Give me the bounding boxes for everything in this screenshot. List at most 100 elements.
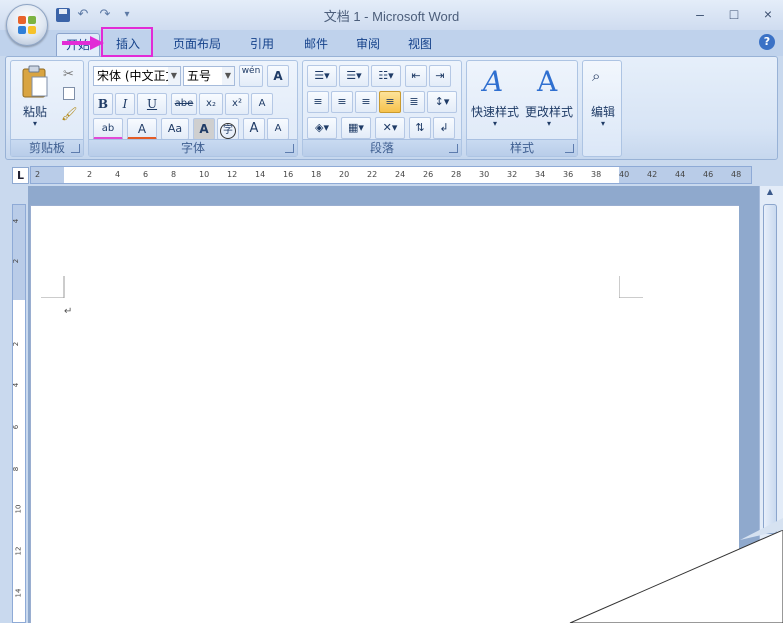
ruler-tick-label: 48: [731, 170, 742, 179]
ruler-tick-label: 42: [647, 170, 658, 179]
ruler-tick-label: 26: [423, 170, 434, 179]
grow-font-button[interactable]: A: [243, 118, 265, 140]
underline-button[interactable]: U: [137, 93, 167, 115]
sort-button[interactable]: ⇅: [409, 117, 431, 139]
superscript-button[interactable]: x²: [225, 93, 249, 115]
tab-selector-button[interactable]: L: [12, 167, 29, 184]
phonetic-guide-button[interactable]: wén: [239, 65, 263, 87]
paragraph-launcher-icon[interactable]: [449, 144, 458, 153]
document-page[interactable]: [30, 205, 739, 623]
chevron-down-icon[interactable]: ▾: [469, 119, 521, 128]
vertical-ruler[interactable]: 4 2 2 4 6 8 10 12 14: [12, 204, 26, 623]
chevron-down-icon[interactable]: ▼: [168, 67, 180, 85]
ruler-tick-label: 20: [339, 170, 350, 179]
format-painter-icon[interactable]: 🖌: [61, 107, 78, 122]
align-left-button[interactable]: ≡: [307, 91, 329, 113]
change-styles-icon[interactable]: A: [537, 65, 557, 98]
strikethrough-button[interactable]: abe: [171, 93, 197, 115]
tab-page-layout[interactable]: 页面布局: [165, 33, 229, 56]
italic-button[interactable]: I: [115, 93, 135, 115]
copy-icon[interactable]: [63, 87, 75, 100]
font-launcher-icon[interactable]: [285, 144, 294, 153]
clear-formatting-button[interactable]: A: [251, 93, 273, 115]
change-styles-button[interactable]: 更改样式: [523, 103, 575, 120]
tab-references[interactable]: 引用: [240, 33, 284, 56]
close-button[interactable]: ×: [761, 6, 775, 22]
bullets-button[interactable]: ☰▾: [307, 65, 337, 87]
vertical-scrollbar[interactable]: ▲: [759, 186, 783, 623]
ruler-tick-label: 2: [12, 258, 21, 264]
title-bar: ↶ ↷ ▾ 文档 1 - Microsoft Word – □ ×: [0, 0, 783, 30]
increase-indent-button[interactable]: ⇥: [429, 65, 451, 87]
enclose-characters-label: 字: [220, 123, 236, 139]
font-size-combo[interactable]: 五号 ▼: [183, 66, 235, 86]
ruler-tick-label: 10: [14, 504, 23, 514]
styles-launcher-icon[interactable]: [565, 144, 574, 153]
shading-button[interactable]: ◈▾: [307, 117, 337, 139]
multilevel-list-button[interactable]: ☷▾: [371, 65, 401, 87]
font-color-button[interactable]: A: [127, 118, 157, 140]
font-group-label: 字体: [89, 139, 297, 156]
change-case-button[interactable]: Aa: [161, 118, 189, 140]
editing-button[interactable]: 编辑: [583, 103, 623, 120]
window-title: 文档 1 - Microsoft Word: [323, 9, 460, 24]
line-spacing-button[interactable]: ↕▾: [427, 91, 457, 113]
tab-view[interactable]: 视图: [398, 33, 442, 56]
paste-button[interactable]: 粘贴: [17, 103, 53, 120]
paste-icon[interactable]: [21, 65, 49, 99]
paragraph-group-label: 段落: [303, 139, 461, 156]
enclose-characters-button[interactable]: 字: [217, 118, 239, 140]
chinese-layout-button[interactable]: ✕▾: [375, 117, 405, 139]
ruler-tick-label: 2: [35, 170, 41, 179]
text-highlight-button[interactable]: ab: [93, 118, 123, 140]
help-icon[interactable]: ?: [759, 34, 775, 50]
chevron-down-icon[interactable]: ▼: [222, 67, 234, 85]
horizontal-ruler[interactable]: 2 2 4 6 8 10 12 14 16 18 20 22 24 26 28 30 32 34 36 38 40 42 4…: [30, 166, 752, 184]
ruler-tick-label: 6: [12, 424, 21, 430]
decrease-indent-button[interactable]: ⇤: [405, 65, 427, 87]
styles-group: A A 快速样式 更改样式 ▾ ▾ 样式: [466, 60, 578, 157]
paragraph-group: ☰▾ ☰▾ ☷▾ ⇤ ⇥ ≡ ≡ ≡ ≡ ≣ ↕▾ ◈▾ ▦▾ ✕▾ ⇅ ↲ 段…: [302, 60, 462, 157]
bold-button[interactable]: B: [93, 93, 113, 115]
ribbon: 粘贴 ▾ ✂ 🖌 剪贴板 宋体 (中文正文) ▼ 五号 ▼ wén A B I U …: [5, 56, 778, 160]
chevron-down-icon[interactable]: ▾: [523, 119, 575, 128]
distributed-button[interactable]: ≣: [403, 91, 425, 113]
chevron-down-icon[interactable]: ▾: [583, 119, 623, 128]
justify-button[interactable]: ≡: [379, 91, 401, 113]
ruler-tick-label: 8: [12, 466, 21, 472]
align-center-button[interactable]: ≡: [331, 91, 353, 113]
tab-review[interactable]: 审阅: [346, 33, 390, 56]
maximize-button[interactable]: □: [727, 6, 741, 22]
ruler-tick-label: 36: [563, 170, 574, 179]
ruler-tick-label: 28: [451, 170, 462, 179]
subscript-button[interactable]: x₂: [199, 93, 223, 115]
scroll-up-icon[interactable]: ▲: [762, 187, 778, 201]
quick-styles-icon[interactable]: A: [483, 65, 503, 98]
show-marks-button[interactable]: ↲: [433, 117, 455, 139]
ruler-tick-label: 14: [14, 588, 23, 598]
tab-mailings[interactable]: 邮件: [294, 33, 338, 56]
ruler-tick-label: 12: [227, 170, 238, 179]
shrink-font-button[interactable]: A: [267, 118, 289, 140]
ruler-tick-label: 34: [535, 170, 546, 179]
paste-dropdown-icon[interactable]: ▾: [17, 119, 53, 128]
numbering-button[interactable]: ☰▾: [339, 65, 369, 87]
character-shading-button[interactable]: A: [193, 118, 215, 140]
office-button[interactable]: [6, 4, 48, 46]
binoculars-icon[interactable]: ⌕: [592, 67, 600, 85]
ruler-tick-label: 12: [14, 546, 23, 556]
borders-button[interactable]: ▦▾: [341, 117, 371, 139]
clipboard-launcher-icon[interactable]: [71, 144, 80, 153]
quick-styles-button[interactable]: 快速样式: [469, 103, 521, 120]
editing-group: ⌕ 编辑 ▾: [582, 60, 622, 157]
align-right-button[interactable]: ≡: [355, 91, 377, 113]
ruler-tick-label: 22: [367, 170, 378, 179]
ruler-tick-label: 44: [675, 170, 686, 179]
ruler-tick-label: 38: [591, 170, 602, 179]
cut-icon[interactable]: ✂: [63, 67, 74, 82]
font-name-combo[interactable]: 宋体 (中文正文) ▼: [93, 66, 181, 86]
minimize-button[interactable]: –: [693, 6, 707, 22]
scroll-thumb[interactable]: [763, 204, 777, 534]
character-border-button[interactable]: A: [267, 65, 289, 87]
ruler-tick-label: 32: [507, 170, 518, 179]
